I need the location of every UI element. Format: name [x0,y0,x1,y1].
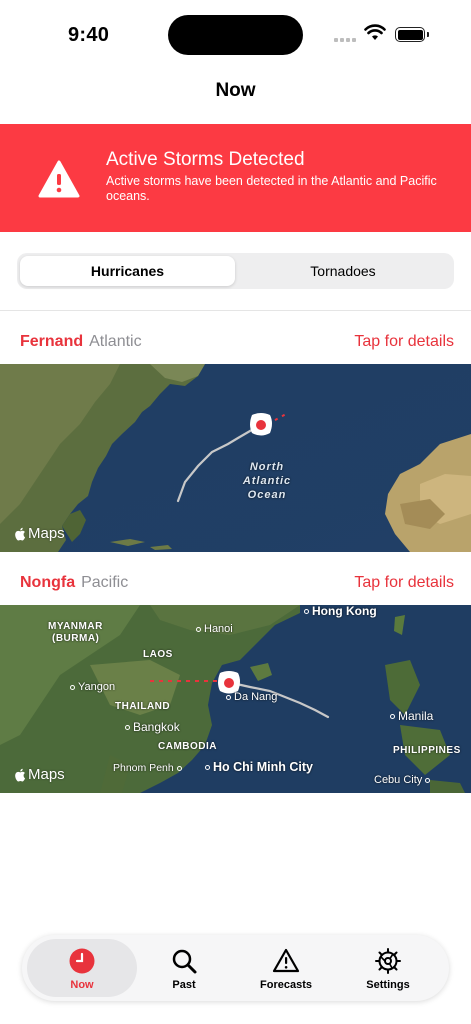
tab-label: Past [172,979,196,991]
map-label-country: THAILAND [115,701,171,712]
map-label-ocean: North Atlantic Ocean [238,460,296,502]
map-label-country: PHILIPPINES [393,745,461,756]
alert-title: Active Storms Detected [106,149,305,170]
storm-basin: Atlantic [89,333,142,350]
map-label-ocean-line: Ocean [247,489,287,501]
storm-name: Nongfa [20,574,76,591]
page-title: Now [215,80,256,101]
map-label-city: Hong Kong [304,605,377,618]
segment-hurricanes[interactable]: Hurricanes [20,256,235,286]
map-label-ocean-line: Atlantic [242,475,292,487]
tab-settings[interactable]: Settings [333,939,443,997]
storm-type-segmented-control: Hurricanes Tornadoes [17,253,454,289]
divider [0,310,471,311]
apple-maps-logo: Maps [14,525,65,542]
apple-logo-icon [15,768,25,781]
map-label-city: Bangkok [125,720,180,734]
dynamic-island [168,15,303,55]
map-label-country: CAMBODIA [158,741,217,752]
segment-tornadoes[interactable]: Tornadoes [235,256,451,286]
status-bar: 9:40 [0,0,471,70]
apple-logo-icon [15,527,25,540]
tap-for-details-link[interactable]: Tap for details [354,333,454,351]
tab-label: Now [70,979,94,991]
map-label-country: (BURMA) [52,633,100,644]
battery-icon [395,27,429,42]
storm-map-atlantic[interactable]: North Atlantic Ocean Maps [0,364,471,552]
storm-basin: Pacific [81,574,129,591]
map-label-city: Ho Chi Minh City [205,760,313,774]
storm-map-pacific[interactable]: MYANMAR (BURMA) LAOS THAILAND CAMBODIA P… [0,605,471,793]
map-label-city: Cebu City [374,774,433,786]
map-label-city: Yangon [70,681,115,693]
map-label-city: Da Nang [226,691,277,703]
maps-attribution: Maps [28,525,65,542]
maps-attribution: Maps [28,766,65,783]
alert-body: Active storms have been detected in the … [106,174,437,203]
wifi-icon [364,24,386,40]
tab-now[interactable]: Now [27,939,137,997]
map-label-country: MYANMAR [48,621,103,632]
clock-icon [69,948,95,974]
map-label-ocean-line: North [249,461,285,473]
tab-label: Settings [366,979,410,991]
status-time: 9:40 [68,24,110,46]
warning-triangle-icon [272,948,300,973]
magnifying-glass-icon [172,949,197,974]
tab-past[interactable]: Past [129,939,239,997]
cellular-signal-icon [334,38,356,42]
warning-triangle-icon [38,160,80,198]
gear-icon [375,948,401,974]
tap-for-details-link[interactable]: Tap for details [354,574,454,592]
map-label-country: LAOS [143,649,173,660]
tab-bar: Now Past Forecasts Settings [22,935,449,1001]
storm-header[interactable]: Fernand Atlantic Tap for details [20,333,454,355]
map-label-city: Hanoi [196,623,233,635]
map-label-city: Phnom Penh [113,762,185,774]
storm-header[interactable]: Nongfa Pacific Tap for details [20,574,454,596]
satellite-map-image [0,364,471,552]
tab-label: Forecasts [260,979,312,991]
apple-maps-logo: Maps [14,766,65,783]
map-label-city: Manila [390,709,433,723]
storm-name: Fernand [20,333,84,350]
tab-forecasts[interactable]: Forecasts [231,939,341,997]
